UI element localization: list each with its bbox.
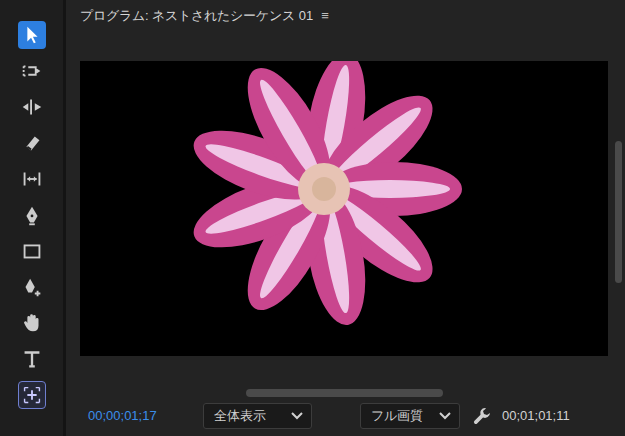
rectangle-icon <box>19 238 45 264</box>
program-monitor-panel: プログラム: ネストされたシーケンス 01 ≡ 00;00;01;17 全体表示 フル画… <box>66 0 625 436</box>
selection-icon <box>19 22 45 48</box>
pen-tool-button[interactable] <box>18 201 46 229</box>
razor-tool-button[interactable] <box>18 129 46 157</box>
trackselect-tool-button[interactable] <box>18 57 46 85</box>
quality-dropdown[interactable]: フル画質 <box>360 403 460 429</box>
horizontal-scroll-thumb[interactable] <box>246 389 443 397</box>
type-tool-button[interactable] <box>18 345 46 373</box>
chevron-down-icon <box>439 412 451 420</box>
panel-header: プログラム: ネストされたシーケンス 01 ≡ <box>66 0 625 32</box>
transform-icon <box>19 382 45 408</box>
vertical-scroll-thumb[interactable] <box>615 141 622 283</box>
zoom-dropdown[interactable]: 全体表示 <box>203 403 312 429</box>
selection-tool-button[interactable] <box>18 21 46 49</box>
wrench-icon[interactable] <box>472 406 492 426</box>
chevron-down-icon <box>291 412 303 420</box>
vertical-scrollbar[interactable] <box>615 61 625 387</box>
penplus-tool-button[interactable] <box>18 273 46 301</box>
hand-tool-button[interactable] <box>18 309 46 337</box>
flower-image <box>80 61 608 356</box>
toolbar <box>0 0 66 436</box>
ripple-tool-button[interactable] <box>18 93 46 121</box>
rectangle-tool-button[interactable] <box>18 237 46 265</box>
penplus-icon <box>19 274 45 300</box>
video-frame <box>80 61 608 356</box>
slip-tool-button[interactable] <box>18 165 46 193</box>
type-icon <box>19 346 45 372</box>
quality-label: フル画質 <box>371 406 423 426</box>
slip-icon <box>19 166 45 192</box>
pen-icon <box>19 202 45 228</box>
monitor-footer: 00;00;01;17 全体表示 フル画質 00;01;01;11 <box>66 399 625 429</box>
playhead-timecode[interactable]: 00;00;01;17 <box>88 406 203 426</box>
hand-icon <box>19 310 45 336</box>
transform-tool-button[interactable] <box>18 381 46 409</box>
horizontal-scrollbar[interactable] <box>66 387 625 399</box>
razor-icon <box>19 130 45 156</box>
panel-menu-button[interactable]: ≡ <box>321 6 329 26</box>
zoom-label: 全体表示 <box>214 406 266 426</box>
monitor-area <box>66 32 625 387</box>
ripple-icon <box>19 94 45 120</box>
panel-title[interactable]: プログラム: ネストされたシーケンス 01 <box>80 6 313 26</box>
trackselect-icon <box>19 58 45 84</box>
sequence-duration: 00;01;01;11 <box>502 406 570 426</box>
